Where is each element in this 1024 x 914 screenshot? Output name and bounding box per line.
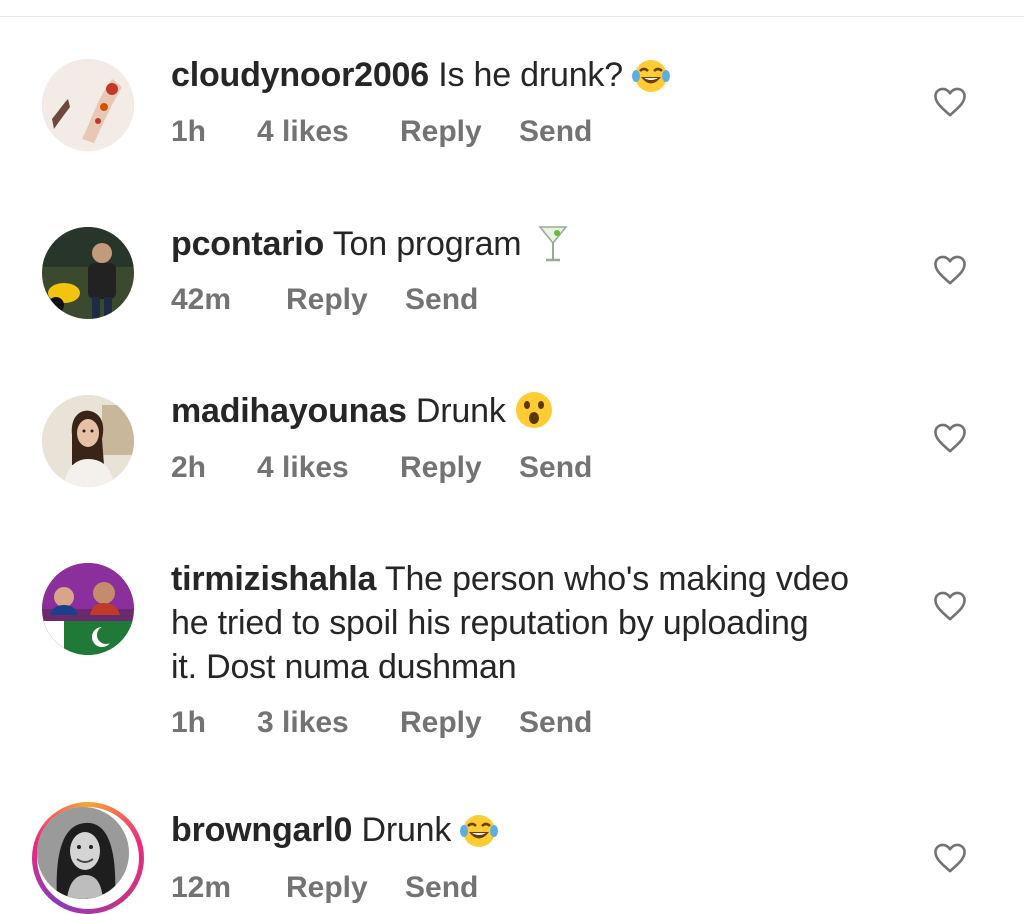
comment-username[interactable]: cloudynoor2006	[171, 56, 429, 94]
laughing-tears-emoji-icon	[459, 813, 499, 860]
comment-body: Is he drunk?	[438, 56, 623, 94]
avatar[interactable]	[42, 227, 134, 319]
send-button[interactable]: Send	[519, 114, 592, 150]
heart-outline-icon[interactable]	[932, 422, 968, 454]
reply-button[interactable]: Reply	[400, 705, 482, 741]
astonished-face-emoji-icon	[514, 390, 554, 441]
comment-text: tirmizishahla The person who's making vd…	[171, 557, 911, 689]
cocktail-glass-emoji-icon	[537, 221, 569, 274]
comment-time: 1h	[171, 706, 207, 739]
comment-username[interactable]: pcontario	[171, 225, 324, 263]
comment-text: browngarl0 Drunk	[171, 808, 911, 860]
comment-body: Drunk	[361, 811, 452, 849]
reply-button[interactable]: Reply	[400, 450, 482, 486]
comment-text: pcontario Ton program	[171, 221, 911, 274]
likes-count[interactable]: 3 likes	[257, 705, 349, 741]
heart-outline-icon[interactable]	[932, 842, 968, 874]
send-button[interactable]: Send	[405, 870, 478, 906]
top-divider	[0, 16, 1024, 17]
comment-body: Ton program	[332, 225, 522, 263]
comment-username[interactable]: browngarl0	[171, 811, 352, 849]
comment-body: Drunk	[415, 392, 506, 430]
likes-count[interactable]: 4 likes	[257, 114, 349, 150]
comment-time: 1h	[171, 115, 207, 148]
heart-outline-icon[interactable]	[932, 590, 968, 622]
reply-button[interactable]: Reply	[400, 114, 482, 150]
avatar[interactable]	[42, 395, 134, 487]
comment-text: cloudynoor2006 Is he drunk?	[171, 53, 911, 105]
avatar[interactable]	[42, 563, 134, 655]
heart-outline-icon[interactable]	[932, 86, 968, 118]
comment-body: The person who's making vdeo	[384, 560, 849, 598]
avatar[interactable]	[42, 59, 134, 151]
send-button[interactable]: Send	[405, 282, 478, 318]
comment-time: 2h	[171, 451, 207, 484]
comment-body-line2: he tried to spoil his reputation by uplo…	[171, 604, 809, 642]
comment-body-line3: it. Dost numa dushman	[171, 648, 517, 686]
comment-username[interactable]: madihayounas	[171, 392, 407, 430]
avatar[interactable]	[37, 807, 129, 899]
likes-count[interactable]: 4 likes	[257, 450, 349, 486]
laughing-tears-emoji-icon	[631, 58, 671, 105]
reply-button[interactable]: Reply	[286, 870, 368, 906]
heart-outline-icon[interactable]	[932, 254, 968, 286]
send-button[interactable]: Send	[519, 705, 592, 741]
comment-text: madihayounas Drunk	[171, 389, 911, 441]
comment-time: 42m	[171, 283, 232, 316]
reply-button[interactable]: Reply	[286, 282, 368, 318]
comment-time: 12m	[171, 871, 232, 904]
story-ring[interactable]	[32, 802, 144, 914]
comment-username[interactable]: tirmizishahla	[171, 560, 376, 598]
send-button[interactable]: Send	[519, 450, 592, 486]
